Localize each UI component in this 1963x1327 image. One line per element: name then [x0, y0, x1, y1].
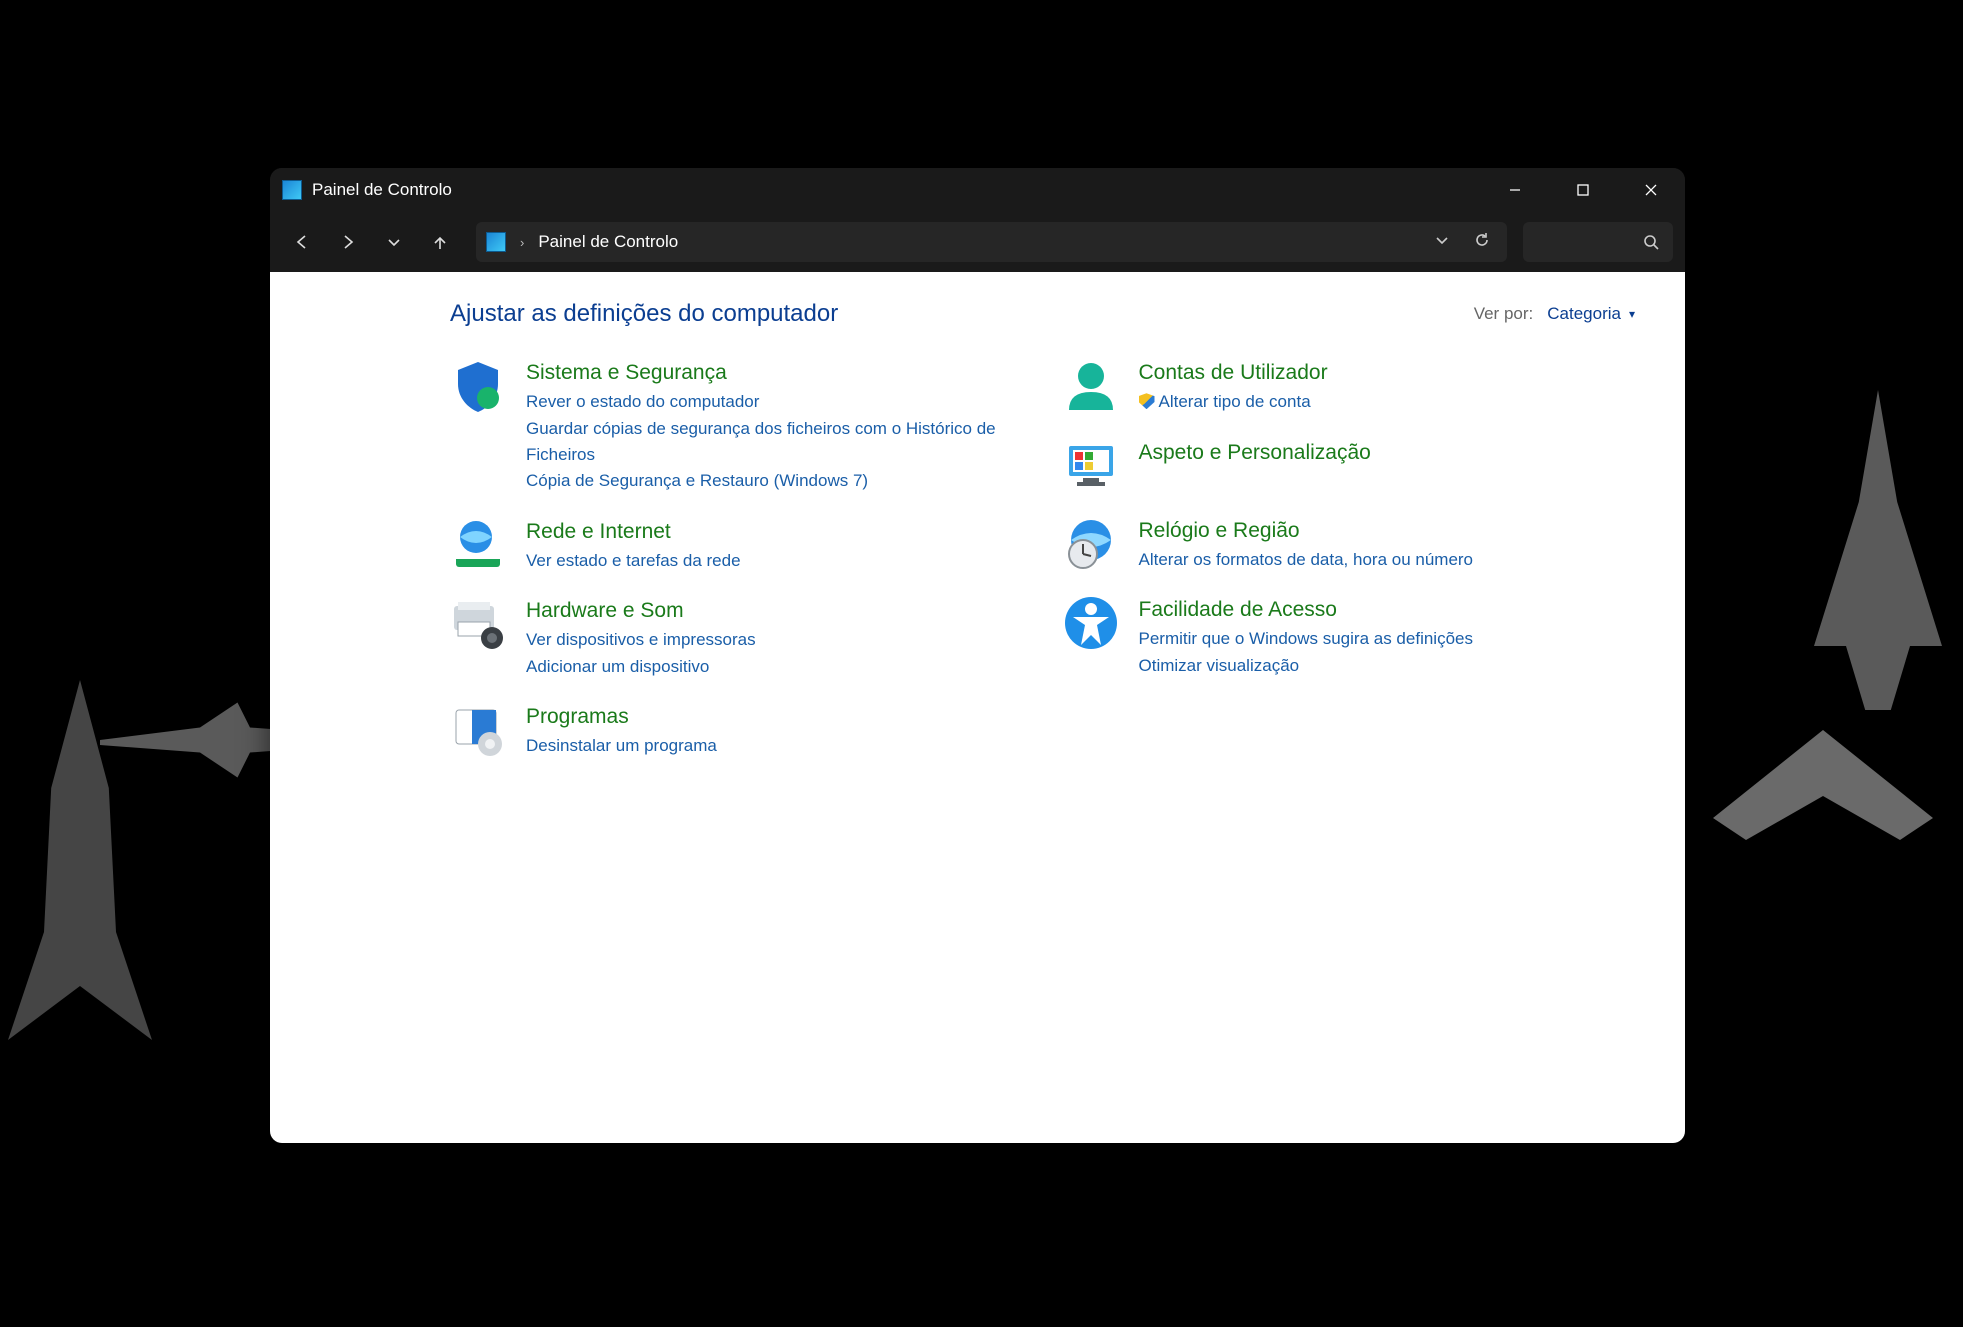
- category-column-right: Contas de Utilizador Alterar tipo de con…: [1063, 358, 1636, 782]
- category-title[interactable]: Contas de Utilizador: [1139, 360, 1328, 385]
- titlebar[interactable]: Painel de Controlo: [270, 168, 1685, 212]
- category-user-accounts: Contas de Utilizador Alterar tipo de con…: [1063, 358, 1636, 416]
- shield-icon: [450, 358, 506, 414]
- recent-locations-button[interactable]: [374, 222, 414, 262]
- back-button[interactable]: [282, 222, 322, 262]
- link-file-history[interactable]: Guardar cópias de segurança dos ficheiro…: [526, 416, 1023, 469]
- link-date-time-formats[interactable]: Alterar os formatos de data, hora ou núm…: [1139, 547, 1474, 573]
- category-network-internet: Rede e Internet Ver estado e tarefas da …: [450, 517, 1023, 575]
- window-title: Painel de Controlo: [312, 180, 452, 200]
- link-devices-printers[interactable]: Ver dispositivos e impressoras: [526, 627, 756, 653]
- content-area: Ajustar as definições do computador Ver …: [270, 272, 1685, 1143]
- category-clock-region: Relógio e Região Alterar os formatos de …: [1063, 516, 1636, 574]
- category-column-left: Sistema e Segurança Rever o estado do co…: [450, 358, 1023, 782]
- breadcrumb-separator-icon: ›: [520, 235, 524, 250]
- breadcrumb-item[interactable]: Painel de Controlo: [538, 232, 678, 252]
- link-network-status[interactable]: Ver estado e tarefas da rede: [526, 548, 741, 574]
- maximize-button[interactable]: [1549, 168, 1617, 212]
- printer-camera-icon: [450, 596, 506, 652]
- category-programs: Programas Desinstalar um programa: [450, 702, 1023, 760]
- wallpaper-jet-icon: [1813, 390, 1943, 710]
- refresh-button[interactable]: [1467, 232, 1497, 253]
- search-icon: [1643, 234, 1659, 250]
- link-backup-restore[interactable]: Cópia de Segurança e Restauro (Windows 7…: [526, 468, 1023, 494]
- category-title[interactable]: Relógio e Região: [1139, 518, 1474, 543]
- view-by-dropdown[interactable]: Categoria: [1547, 304, 1635, 324]
- category-title[interactable]: Sistema e Segurança: [526, 360, 1023, 385]
- wallpaper-shuttle-icon: [0, 680, 160, 1040]
- category-title[interactable]: Aspeto e Personalização: [1139, 440, 1371, 465]
- minimize-button[interactable]: [1481, 168, 1549, 212]
- up-button[interactable]: [420, 222, 460, 262]
- monitor-appearance-icon: [1063, 438, 1119, 494]
- link-add-device[interactable]: Adicionar um dispositivo: [526, 654, 756, 680]
- address-bar[interactable]: › Painel de Controlo: [476, 222, 1507, 262]
- link-suggest-settings[interactable]: Permitir que o Windows sugira as definiç…: [1139, 626, 1473, 652]
- link-uninstall-program[interactable]: Desinstalar um programa: [526, 733, 717, 759]
- category-hardware-sound: Hardware e Som Ver dispositivos e impres…: [450, 596, 1023, 680]
- category-title[interactable]: Hardware e Som: [526, 598, 756, 623]
- category-title[interactable]: Facilidade de Acesso: [1139, 597, 1473, 622]
- user-icon: [1063, 358, 1119, 414]
- category-title[interactable]: Rede e Internet: [526, 519, 741, 544]
- view-by-label: Ver por:: [1474, 304, 1534, 324]
- wallpaper-wing-icon: [1713, 720, 1933, 850]
- search-box[interactable]: [1523, 222, 1673, 262]
- category-appearance: Aspeto e Personalização: [1063, 438, 1636, 494]
- navigation-toolbar: › Painel de Controlo: [270, 212, 1685, 272]
- link-optimize-display[interactable]: Otimizar visualização: [1139, 653, 1473, 679]
- category-system-security: Sistema e Segurança Rever o estado do co…: [450, 358, 1023, 495]
- link-review-status[interactable]: Rever o estado do computador: [526, 389, 1023, 415]
- control-panel-window: Painel de Controlo › Painel de Controlo: [270, 168, 1685, 1143]
- address-bar-icon: [486, 232, 506, 252]
- globe-network-icon: [450, 517, 506, 573]
- clock-globe-icon: [1063, 516, 1119, 572]
- forward-button[interactable]: [328, 222, 368, 262]
- uac-shield-icon: [1139, 393, 1155, 409]
- view-by-value: Categoria: [1547, 304, 1621, 324]
- control-panel-app-icon: [282, 180, 302, 200]
- category-ease-of-access: Facilidade de Acesso Permitir que o Wind…: [1063, 595, 1636, 679]
- accessibility-icon: [1063, 595, 1119, 651]
- programs-icon: [450, 702, 506, 758]
- page-title: Ajustar as definições do computador: [450, 300, 838, 328]
- category-title[interactable]: Programas: [526, 704, 717, 729]
- link-change-account-type[interactable]: Alterar tipo de conta: [1139, 389, 1328, 415]
- close-button[interactable]: [1617, 168, 1685, 212]
- address-history-button[interactable]: [1427, 232, 1457, 253]
